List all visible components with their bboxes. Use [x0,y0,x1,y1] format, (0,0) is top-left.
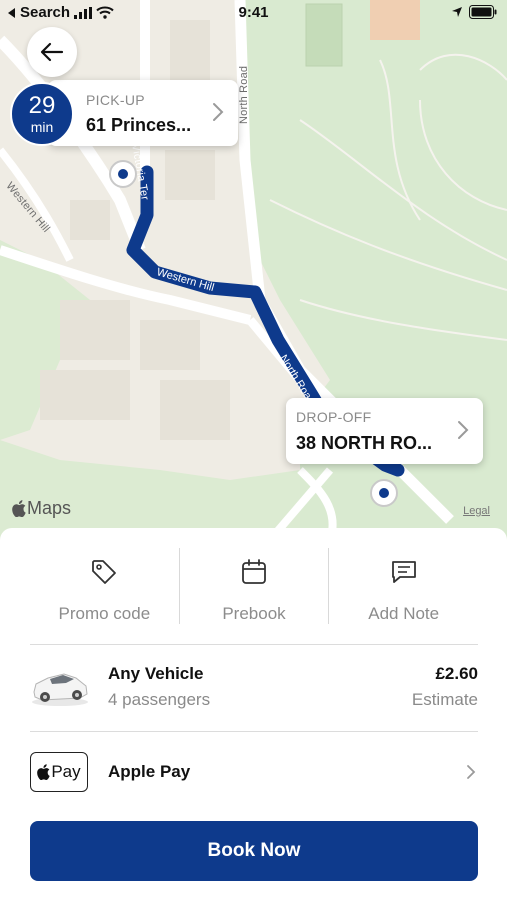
maps-label: Maps [27,498,72,518]
status-time: 9:41 [238,4,269,21]
back-button[interactable] [27,27,77,77]
eta-badge: 29 min [10,82,74,146]
chevron-right-icon [467,765,476,779]
apple-pay-badge-label: Pay [51,762,81,781]
apple-pay-badge: Pay [30,752,88,792]
apple-logo-icon [12,500,26,517]
dropoff-label: DROP-OFF [296,409,372,425]
note-icon [391,561,416,583]
pickup-pin-icon [109,160,137,188]
pickup-address: 61 Princes... [86,115,192,135]
payment-method-name: Apple Pay [108,762,191,781]
eta-unit: min [30,119,54,135]
prebook-option[interactable]: Prebook [178,548,329,624]
calendar-icon [242,559,266,584]
legal-link[interactable]: Legal [463,505,490,517]
maps-attribution: Maps [12,498,71,519]
promo-code-option[interactable]: Promo code [30,548,179,624]
pickup-label: PICK-UP [86,92,145,108]
location-arrow-icon [452,7,462,17]
vehicle-name: Any Vehicle [108,664,204,683]
trip-options: Promo code Prebook Add Note [30,548,478,624]
book-now-button[interactable]: Book Now [30,821,478,881]
dropoff-pin-icon [370,479,398,507]
fare-estimate-note: Estimate [411,690,478,709]
eta-value: 29 [28,92,56,119]
pickup-callout[interactable]: PICK-UP 61 Princes... [48,80,238,146]
divider [30,644,478,645]
chevron-right-icon [213,103,224,121]
road-label-north-road: North Road [238,65,250,124]
booking-sheet: Promo code Prebook Add Note Any Vehicle … [0,528,507,900]
dropoff-callout[interactable]: DROP-OFF 38 NORTH RO... [286,398,483,464]
promo-code-label: Promo code [58,604,151,623]
fare-price: £2.60 [435,664,478,683]
add-note-option[interactable]: Add Note [328,548,478,624]
chevron-right-icon [458,421,469,439]
vehicle-selector[interactable]: Any Vehicle 4 passengers £2.60 Estimate [30,654,478,720]
divider [30,731,478,732]
battery-icon [469,5,497,19]
payment-method-selector[interactable]: Pay Apple Pay [30,750,478,794]
tag-icon [92,560,117,584]
status-bar: Search 9:41 [0,0,507,28]
prebook-label: Prebook [222,604,286,623]
apple-logo-icon [37,764,51,780]
add-note-label: Add Note [368,604,440,623]
vehicle-passengers: 4 passengers [108,690,211,709]
arrow-left-icon [40,42,64,62]
dropoff-address: 38 NORTH RO... [296,433,433,453]
car-icon [32,673,88,706]
